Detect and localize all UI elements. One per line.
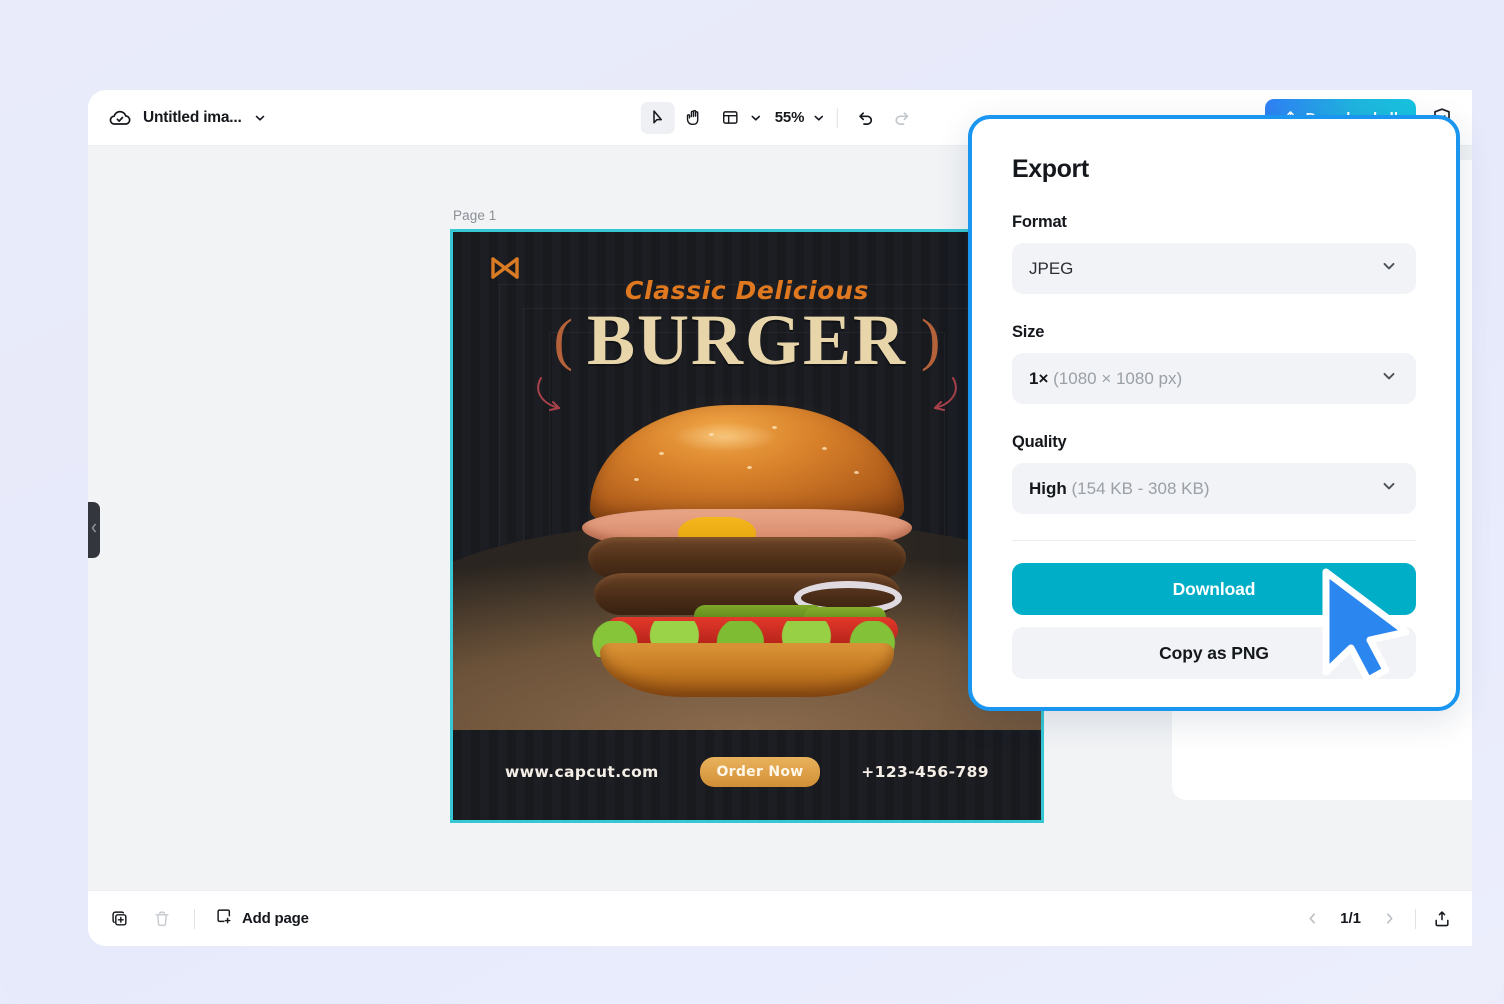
size-value-detail: (1080 × 1080 px): [1053, 368, 1183, 388]
next-page-button[interactable]: [1373, 903, 1405, 935]
chevron-left-icon: [90, 521, 98, 539]
size-label: Size: [1012, 323, 1045, 341]
bottom-toolbar: Add page 1/1: [88, 890, 1472, 946]
quality-label: Quality: [1012, 433, 1067, 451]
poster-canvas[interactable]: Classic Delicious ( BURGER ) www.capcut.…: [450, 229, 1044, 823]
page-label: Page 1: [453, 208, 497, 223]
layout-tool-combo[interactable]: [713, 102, 763, 134]
download-button[interactable]: Download: [1012, 563, 1416, 615]
export-popup: Export Format JPEG Size 1× (1080 × 1080 …: [968, 115, 1460, 711]
bottom-right-group: 1/1: [1296, 903, 1458, 935]
toolbar-left-group: Untitled ima...: [88, 106, 267, 130]
chevron-down-icon[interactable]: [749, 111, 763, 125]
bottom-divider: [194, 908, 195, 929]
undo-button[interactable]: [849, 102, 883, 134]
page-indicator: 1/1: [1340, 910, 1361, 927]
format-value: JPEG: [1029, 258, 1074, 278]
copy-as-png-button[interactable]: Copy as PNG: [1012, 627, 1416, 679]
redo-button[interactable]: [885, 102, 919, 134]
select-tool-button[interactable]: [640, 101, 675, 134]
poster-footer: www.capcut.com Order Now +123-456-789: [453, 724, 1041, 820]
hand-tool-button[interactable]: [677, 102, 711, 134]
add-page-button[interactable]: Add page: [211, 907, 313, 931]
chevron-down-icon[interactable]: [812, 111, 826, 125]
sidebar-collapse-handle[interactable]: [88, 502, 100, 558]
bottom-divider-2: [1415, 908, 1416, 929]
poster-paren-left: (: [553, 307, 573, 372]
size-value-main: 1×: [1029, 368, 1049, 388]
chevron-down-icon: [1380, 367, 1398, 390]
poster-title: BURGER: [586, 300, 908, 380]
quality-value-detail: (154 KB - 308 KB): [1071, 478, 1210, 498]
poster-paren-right: ): [921, 307, 941, 372]
poster-website: www.capcut.com: [505, 763, 659, 781]
zoom-combo[interactable]: 55%: [765, 109, 826, 126]
layout-grid-icon[interactable]: [713, 102, 747, 134]
export-separator: [1012, 540, 1416, 541]
chevron-down-icon[interactable]: [253, 111, 267, 125]
poster-phone: +123-456-789: [861, 763, 989, 781]
burger-photo: [552, 395, 942, 705]
cloud-check-icon: [108, 106, 132, 130]
quality-value: High (154 KB - 308 KB): [1029, 479, 1209, 499]
quality-value-main: High: [1029, 478, 1067, 498]
chevron-down-icon: [1380, 257, 1398, 280]
add-page-label: Add page: [242, 910, 309, 927]
prev-page-button[interactable]: [1296, 903, 1328, 935]
page-frame: Untitled ima... 55% Page 1 Classic Delic…: [0, 0, 1504, 1004]
trash-icon[interactable]: [146, 903, 178, 935]
poster-order-now-button[interactable]: Order Now: [700, 757, 820, 787]
bottom-left-group: Add page: [88, 903, 313, 935]
size-select[interactable]: 1× (1080 × 1080 px): [1012, 353, 1416, 404]
size-value: 1× (1080 × 1080 px): [1029, 369, 1182, 389]
format-select[interactable]: JPEG: [1012, 243, 1416, 294]
duplicate-page-icon[interactable]: [104, 903, 136, 935]
format-label: Format: [1012, 213, 1067, 231]
toolbar-center-group: 55%: [640, 101, 919, 134]
document-title[interactable]: Untitled ima...: [143, 109, 242, 127]
add-square-icon: [215, 907, 234, 931]
poster-content: Classic Delicious ( BURGER ) www.capcut.…: [453, 232, 1041, 820]
toolbar-divider: [837, 107, 839, 128]
export-box-icon[interactable]: [1426, 903, 1458, 935]
chevron-down-icon: [1380, 477, 1398, 500]
export-popup-title: Export: [1012, 155, 1089, 183]
poster-title-row: ( BURGER ): [453, 304, 1041, 376]
zoom-level-value[interactable]: 55%: [765, 109, 810, 126]
quality-select[interactable]: High (154 KB - 308 KB): [1012, 463, 1416, 514]
